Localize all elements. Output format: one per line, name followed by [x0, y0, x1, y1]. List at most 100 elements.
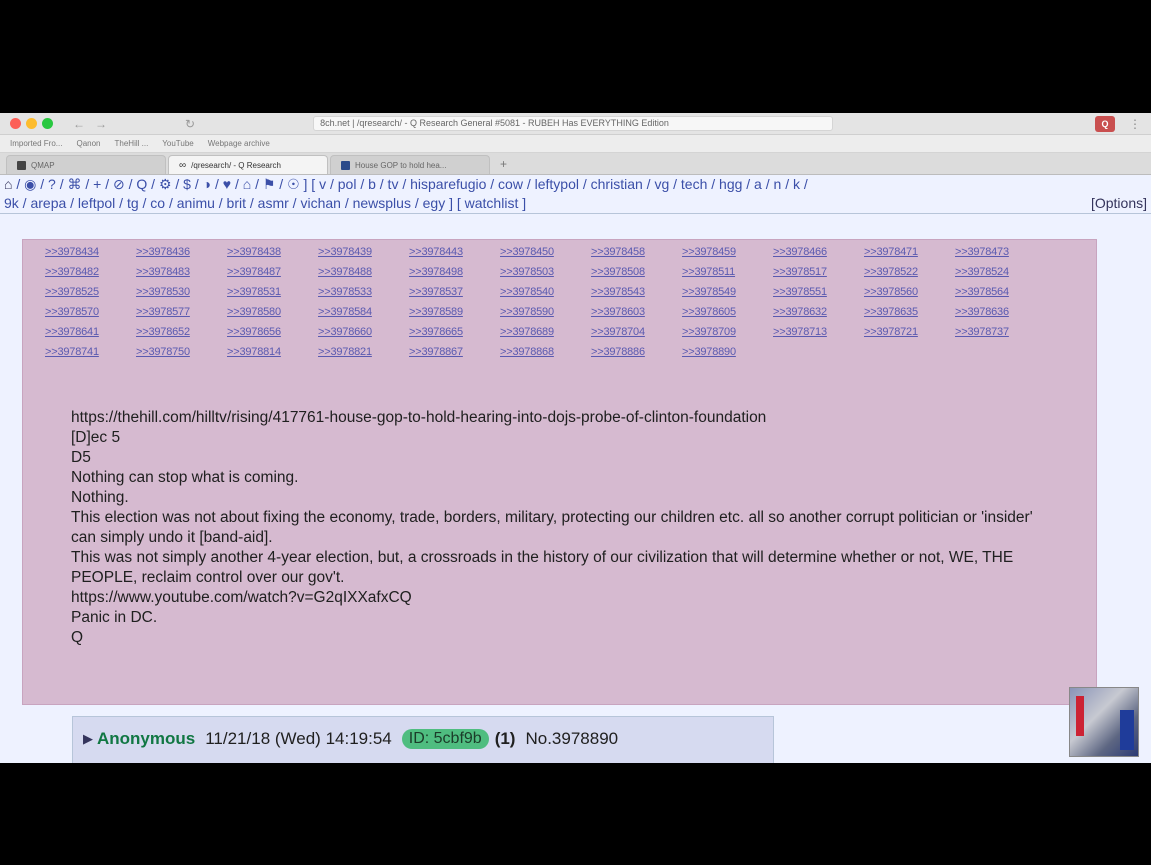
close-window-icon[interactable] — [10, 118, 21, 129]
history-controls: ← → — [73, 117, 107, 131]
backlink[interactable]: >>3978603 — [591, 304, 682, 320]
backlink[interactable]: >>3978488 — [318, 264, 409, 280]
backlink[interactable]: >>3978543 — [591, 284, 682, 300]
poster-id-badge[interactable]: ID: 5cbf9b — [401, 729, 489, 749]
backlink[interactable]: >>3978590 — [500, 304, 591, 320]
backlink[interactable]: >>3978577 — [136, 304, 227, 320]
browser-toolbar: ← → ↻ 8ch.net | /qresearch/ - Q Research… — [0, 113, 1151, 135]
backlink[interactable]: >>3978524 — [955, 264, 1046, 280]
backlink[interactable]: >>3978522 — [864, 264, 955, 280]
backlink[interactable]: >>3978814 — [227, 344, 318, 360]
backlink[interactable]: >>3978459 — [682, 244, 773, 260]
board-list-row-1[interactable]: ⌂ / ◉ / ? / ⌘ / + / ⊘ / Q / ⚙ / $ / ◑ / … — [4, 175, 1147, 194]
backlink[interactable]: >>3978483 — [136, 264, 227, 280]
address-bar[interactable]: 8ch.net | /qresearch/ - Q Research Gener… — [313, 116, 834, 131]
bookmark-item[interactable]: Webpage archive — [208, 139, 270, 148]
backlink[interactable]: >>3978709 — [682, 324, 773, 340]
backlink[interactable]: >>3978821 — [318, 344, 409, 360]
backlink[interactable]: >>3978549 — [682, 284, 773, 300]
bookmark-item[interactable]: YouTube — [162, 139, 193, 148]
backlink[interactable]: >>3978434 — [45, 244, 136, 260]
backlink[interactable]: >>3978750 — [136, 344, 227, 360]
backlink[interactable]: >>3978641 — [45, 324, 136, 340]
tab-thehill[interactable]: House GOP to hold hea... — [330, 155, 490, 174]
post-line: Nothing. — [71, 489, 129, 506]
minimize-window-icon[interactable] — [26, 118, 37, 129]
backlink[interactable]: >>3978890 — [682, 344, 773, 360]
image-thumbnail[interactable] — [1069, 687, 1139, 757]
backlink[interactable]: >>3978589 — [409, 304, 500, 320]
post-number-link[interactable]: No.3978890 — [525, 729, 618, 749]
backlink[interactable]: >>3978438 — [227, 244, 318, 260]
board-list-row-2: 9k / arepa / leftpol / tg / co / animu /… — [4, 194, 1147, 213]
backlink[interactable]: >>3978886 — [591, 344, 682, 360]
backlink[interactable]: >>3978584 — [318, 304, 409, 320]
board-list-text[interactable]: / ◉ / ? / ⌘ / + / ⊘ / Q / ⚙ / $ / ◑ / ♥ … — [12, 176, 807, 192]
backlink[interactable]: >>3978560 — [864, 284, 955, 300]
backlink[interactable]: >>3978503 — [500, 264, 591, 280]
backlink[interactable]: >>3978737 — [955, 324, 1046, 340]
backlink[interactable]: >>3978721 — [864, 324, 955, 340]
backlink[interactable]: >>3978570 — [45, 304, 136, 320]
backlink[interactable]: >>3978473 — [955, 244, 1046, 260]
extension-icon[interactable]: Q — [1095, 115, 1115, 132]
browser-menu-icon[interactable]: ⋮ — [1129, 117, 1141, 131]
backlink[interactable]: >>3978580 — [227, 304, 318, 320]
backlink[interactable]: >>3978868 — [500, 344, 591, 360]
backlink[interactable]: >>3978533 — [318, 284, 409, 300]
expand-arrow-icon[interactable]: ▶ — [83, 731, 93, 747]
post-link[interactable]: https://www.youtube.com/watch?v=G2qIXXaf… — [71, 588, 1061, 608]
bookmark-item[interactable]: Qanon — [76, 139, 100, 148]
new-tab-button[interactable]: + — [492, 157, 515, 174]
backlink[interactable]: >>3978713 — [773, 324, 864, 340]
backlink[interactable]: >>3978652 — [136, 324, 227, 340]
backlink[interactable]: >>3978525 — [45, 284, 136, 300]
backlink[interactable]: >>3978540 — [500, 284, 591, 300]
forward-icon[interactable]: → — [95, 117, 107, 131]
backlink[interactable]: >>3978741 — [45, 344, 136, 360]
backlink[interactable]: >>3978443 — [409, 244, 500, 260]
backlink[interactable]: >>3978635 — [864, 304, 955, 320]
poster-name: Anonymous — [97, 729, 196, 748]
backlink[interactable]: >>3978436 — [136, 244, 227, 260]
tab-qresearch[interactable]: ∞ /qresearch/ - Q Research — [168, 155, 328, 174]
backlink[interactable]: >>3978665 — [409, 324, 500, 340]
bookmark-item[interactable]: TheHill ... — [115, 139, 149, 148]
backlink[interactable]: >>3978689 — [500, 324, 591, 340]
backlink[interactable]: >>3978531 — [227, 284, 318, 300]
backlink[interactable]: >>3978564 — [955, 284, 1046, 300]
backlink[interactable]: >>3978867 — [409, 344, 500, 360]
backlink[interactable]: >>3978450 — [500, 244, 591, 260]
backlink[interactable]: >>3978636 — [955, 304, 1046, 320]
reload-icon[interactable]: ↻ — [185, 117, 195, 131]
board-list-text[interactable]: 9k / arepa / leftpol / tg / co / animu /… — [4, 194, 526, 213]
back-icon[interactable]: ← — [73, 117, 85, 131]
backlink[interactable]: >>3978660 — [318, 324, 409, 340]
backlink[interactable]: >>3978466 — [773, 244, 864, 260]
backlink[interactable]: >>3978471 — [864, 244, 955, 260]
tab-qmap[interactable]: QMAP — [6, 155, 166, 174]
bookmark-item[interactable]: Imported Fro... — [10, 139, 62, 148]
backlink[interactable]: >>3978458 — [591, 244, 682, 260]
window-controls — [10, 118, 53, 129]
backlink[interactable]: >>3978537 — [409, 284, 500, 300]
post-count: (1) — [494, 729, 516, 748]
backlink[interactable]: >>3978482 — [45, 264, 136, 280]
backlink[interactable]: >>3978704 — [591, 324, 682, 340]
backlink[interactable]: >>3978511 — [682, 264, 773, 280]
post-link[interactable]: https://thehill.com/hilltv/rising/417761… — [71, 408, 1061, 428]
options-link[interactable]: [Options] — [1091, 194, 1147, 213]
backlink[interactable]: >>3978551 — [773, 284, 864, 300]
backlink[interactable]: >>3978605 — [682, 304, 773, 320]
maximize-window-icon[interactable] — [42, 118, 53, 129]
backlink[interactable]: >>3978530 — [136, 284, 227, 300]
backlink[interactable]: >>3978487 — [227, 264, 318, 280]
backlink[interactable]: >>3978656 — [227, 324, 318, 340]
backlink[interactable]: >>3978439 — [318, 244, 409, 260]
backlink[interactable]: >>3978508 — [591, 264, 682, 280]
backlink[interactable]: >>3978517 — [773, 264, 864, 280]
backlink[interactable]: >>3978498 — [409, 264, 500, 280]
bookmarks-bar: Imported Fro... Qanon TheHill ... YouTub… — [0, 135, 1151, 153]
backlink[interactable]: >>3978632 — [773, 304, 864, 320]
tab-strip: QMAP ∞ /qresearch/ - Q Research House GO… — [0, 153, 1151, 175]
